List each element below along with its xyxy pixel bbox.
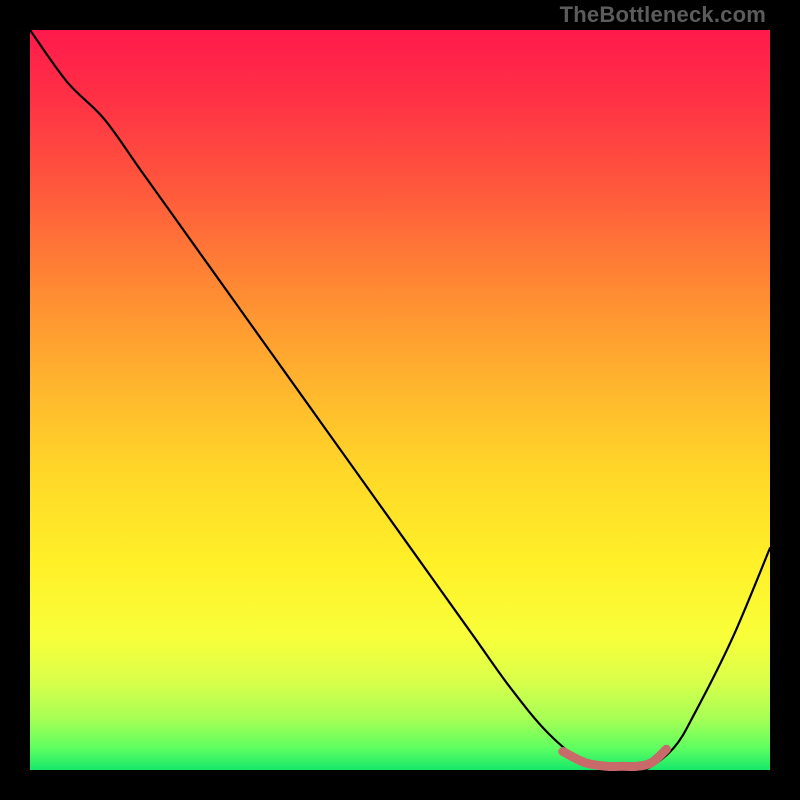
bottleneck-curve [30, 30, 770, 772]
optimal-zone-marker [563, 749, 667, 766]
chart-curves [30, 30, 770, 770]
watermark-text: TheBottleneck.com [560, 2, 766, 28]
